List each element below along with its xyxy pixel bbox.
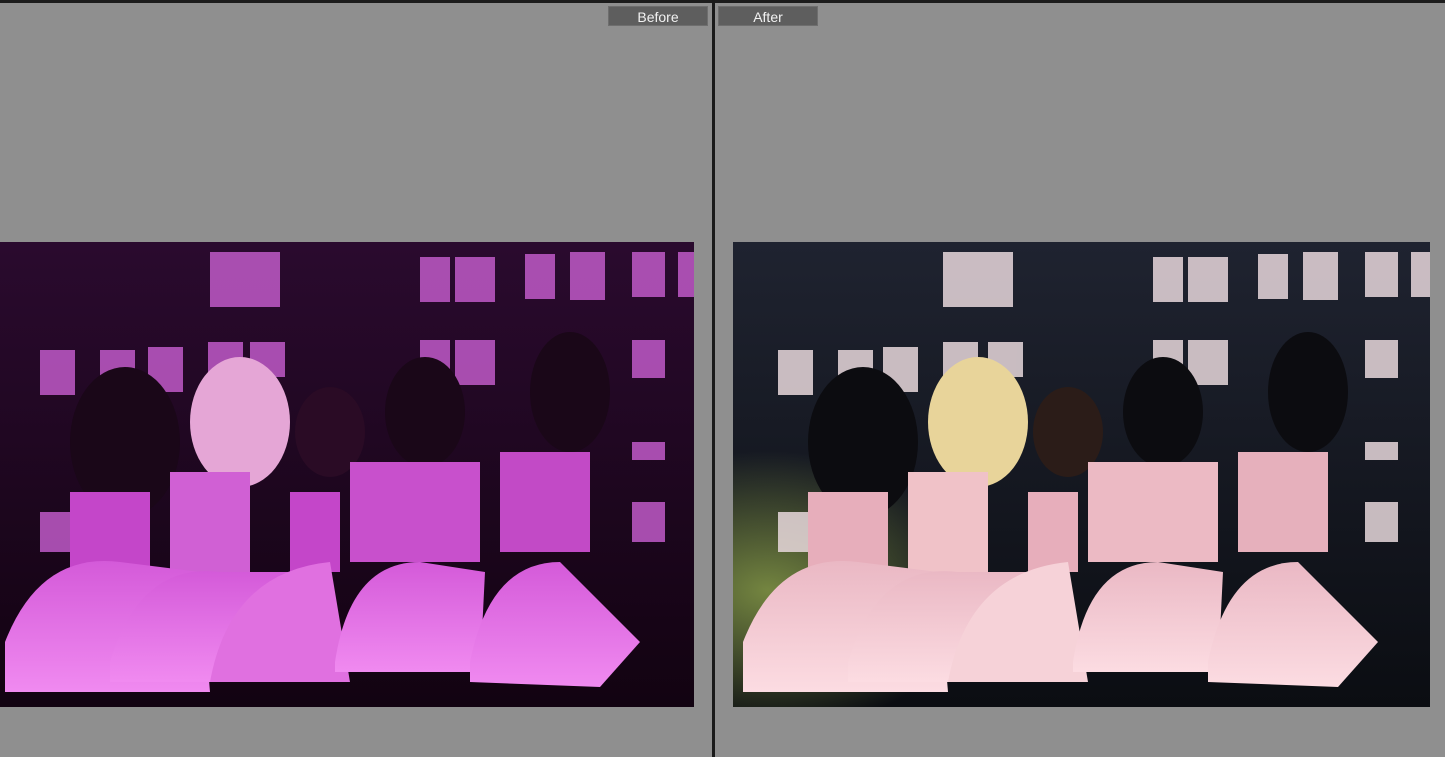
after-label: After bbox=[718, 6, 818, 26]
after-pane[interactable]: After bbox=[716, 3, 1445, 757]
before-photo-image bbox=[0, 242, 694, 707]
before-photo[interactable] bbox=[0, 242, 694, 707]
before-after-viewer: Before After bbox=[0, 0, 1445, 757]
after-photo-image bbox=[733, 242, 1430, 707]
compare-divider[interactable] bbox=[712, 0, 715, 757]
before-label: Before bbox=[608, 6, 708, 26]
after-photo[interactable] bbox=[733, 242, 1430, 707]
before-pane[interactable]: Before bbox=[0, 3, 712, 757]
